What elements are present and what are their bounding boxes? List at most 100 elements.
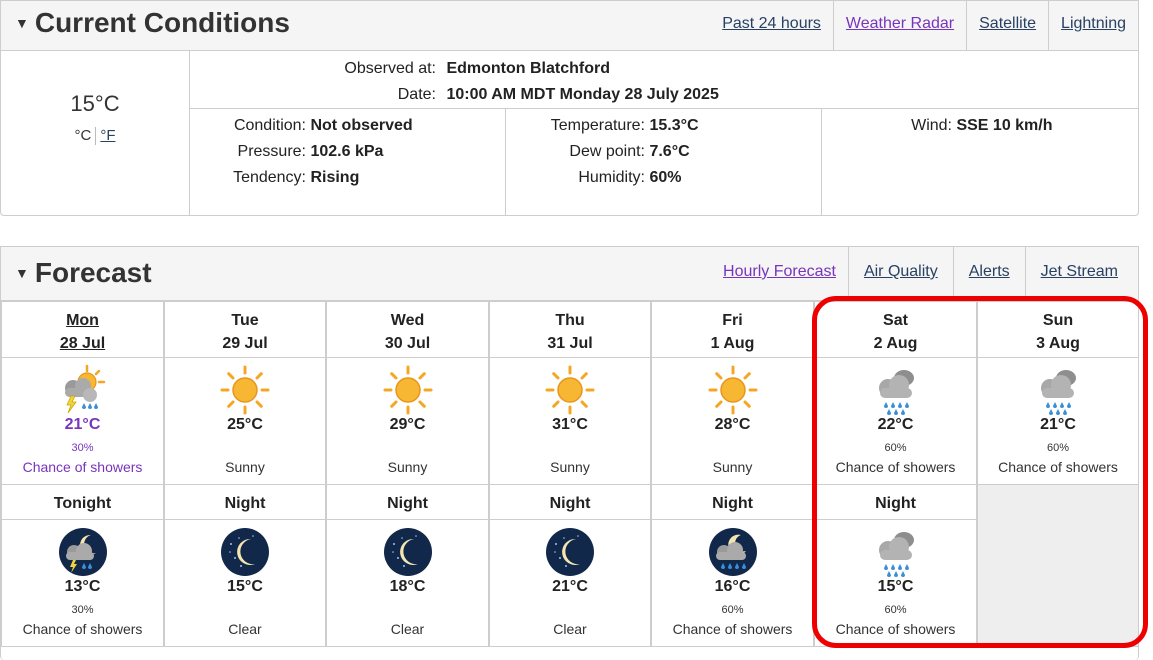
forecast-temp: 29°C — [389, 416, 426, 433]
link-lightning[interactable]: Lightning — [1048, 1, 1138, 51]
day-date: 30 Jul — [384, 335, 431, 352]
current-conditions-title-text: Current Conditions — [34, 7, 290, 38]
moon-cloud-rain-icon — [707, 526, 759, 578]
date-label: Date: — [397, 86, 436, 103]
pressure-label: Pressure: — [237, 143, 306, 160]
forecast-pop: 60% — [721, 604, 744, 616]
forecast-condition: Sunny — [712, 459, 753, 475]
forecast-condition: Chance of showers — [998, 459, 1118, 475]
forecast-temp: 31°C — [552, 416, 588, 433]
unit-celsius: °C — [74, 127, 92, 144]
night-forecast[interactable]: 21°C Clear — [489, 519, 651, 647]
pressure-value: 102.6 kPa — [310, 143, 384, 160]
day-forecast-sun[interactable]: 21°C 60% Chance of showers — [977, 357, 1139, 485]
day-header-thu[interactable]: Thu 31 Jul — [489, 301, 651, 358]
day-name: Thu — [555, 312, 585, 329]
day-date: 2 Aug — [873, 335, 918, 352]
forecast-header: ▼ Forecast Hourly Forecast Air Quality Al… — [1, 247, 1138, 301]
sun-icon — [382, 364, 434, 416]
day-forecast-mon[interactable]: 21°C 30% Chance of showers — [1, 357, 164, 485]
day-date: 31 Jul — [547, 335, 593, 352]
forecast-panel: ▼ Forecast Hourly Forecast Air Quality Al… — [0, 246, 1139, 660]
day-header-wed[interactable]: Wed 30 Jul — [326, 301, 489, 358]
forecast-temp: 15°C — [877, 578, 914, 595]
observed-at-label: Observed at: — [344, 60, 436, 77]
humidity-label: Humidity: — [578, 169, 645, 186]
forecast-temp: 16°C — [714, 578, 751, 595]
current-conditions-body: 15°C °C °F Observed at: Edmonton Blatchfo… — [1, 51, 1138, 216]
tendency-value: Rising — [310, 169, 360, 186]
forecast-temp: 28°C — [714, 416, 751, 433]
current-temperature: 15°C — [70, 91, 120, 116]
day-forecast-fri[interactable]: 28°C Sunny — [651, 357, 814, 485]
night-label: Night — [549, 495, 591, 512]
night-forecast[interactable]: 15°C 60% Chance of showers — [814, 519, 977, 647]
day-date: 28 Jul — [59, 335, 106, 352]
forecast-title-text: Forecast — [34, 257, 152, 288]
night-label: Night — [712, 495, 753, 512]
day-header-tue[interactable]: Tue 29 Jul — [164, 301, 326, 358]
day-name: Fri — [722, 312, 743, 329]
night-forecast[interactable]: 13°C 30% Chance of showers — [1, 519, 164, 647]
link-weather-radar[interactable]: Weather Radar — [832, 1, 966, 51]
night-label: Night — [224, 495, 266, 512]
link-past-24-hours[interactable]: Past 24 hours — [710, 1, 833, 51]
night-forecast[interactable]: 18°C Clear — [326, 519, 489, 647]
day-header-mon[interactable]: Mon 28 Jul — [1, 301, 164, 358]
day-header-fri[interactable]: Fri 1 Aug — [651, 301, 814, 358]
current-conditions-title[interactable]: ▼ Current Conditions — [15, 7, 290, 39]
forecast-condition: Chance of showers — [672, 621, 793, 637]
unit-fahrenheit-link[interactable]: °F — [100, 127, 115, 144]
link-hourly-forecast[interactable]: Hourly Forecast — [711, 247, 848, 301]
day-forecast-tue[interactable]: 25°C Sunny — [164, 357, 326, 485]
empty-night-cell — [977, 484, 1139, 647]
day-name: Tue — [231, 312, 259, 329]
day-forecast-sat[interactable]: 22°C 60% Chance of showers — [814, 357, 977, 485]
night-label: Night — [875, 495, 916, 512]
sun-icon — [707, 364, 759, 416]
condition-value: Not observed — [310, 117, 413, 134]
forecast-condition: Sunny — [387, 459, 428, 475]
day-header-sat[interactable]: Sat 2 Aug — [814, 301, 977, 358]
forecast-temp: 15°C — [227, 578, 263, 595]
night-forecast[interactable]: 16°C 60% Chance of showers — [651, 519, 814, 647]
link-satellite[interactable]: Satellite — [966, 1, 1048, 51]
current-conditions-header: ▼ Current Conditions Past 24 hours Weathe… — [1, 1, 1138, 51]
forecast-pop: 60% — [884, 604, 907, 616]
unit-toggle: °C °F — [1, 127, 189, 146]
night-header: Night — [814, 484, 977, 520]
forecast-title[interactable]: ▼ Forecast — [15, 257, 152, 289]
day-date: 3 Aug — [1036, 335, 1080, 352]
collapse-caret-icon[interactable]: ▼ — [15, 265, 29, 281]
forecast-condition: Chance of showers — [835, 621, 956, 637]
moon-clear-icon — [219, 526, 271, 578]
day-name: Sat — [883, 312, 908, 329]
condition-label: Condition: — [233, 117, 306, 134]
night-label: Tonight — [53, 495, 112, 512]
humidity-value: 60% — [649, 169, 682, 186]
forecast-temp: 21°C — [1040, 416, 1076, 433]
link-air-quality[interactable]: Air Quality — [847, 247, 953, 301]
link-jet-stream[interactable]: Jet Stream — [1024, 247, 1138, 301]
day-header-sun[interactable]: Sun 3 Aug — [977, 301, 1139, 358]
moon-clear-icon — [382, 526, 434, 578]
forecast-temp: 21°C — [552, 578, 588, 595]
day-date: 1 Aug — [710, 335, 755, 352]
day-forecast-thu[interactable]: 31°C Sunny — [489, 357, 651, 485]
forecast-temp: 18°C — [389, 578, 426, 595]
collapse-caret-icon[interactable]: ▼ — [15, 15, 29, 31]
day-name: Mon — [66, 312, 99, 329]
link-alerts[interactable]: Alerts — [952, 247, 1025, 301]
forecast-temp: 21°C — [64, 416, 101, 433]
forecast-temp: 22°C — [877, 416, 914, 433]
day-name: Sun — [1042, 312, 1074, 329]
night-header: Night — [489, 484, 651, 520]
wind-label: Wind: — [911, 117, 952, 134]
current-conditions-links: Past 24 hours Weather Radar Satellite Li… — [710, 1, 1138, 51]
temperature-label: Temperature: — [550, 117, 645, 134]
day-forecast-wed[interactable]: 29°C Sunny — [326, 357, 489, 485]
sun-icon — [219, 364, 271, 416]
forecast-pop: 30% — [71, 442, 94, 454]
cloud-rain-icon — [870, 364, 922, 416]
night-forecast[interactable]: 15°C Clear — [164, 519, 326, 647]
